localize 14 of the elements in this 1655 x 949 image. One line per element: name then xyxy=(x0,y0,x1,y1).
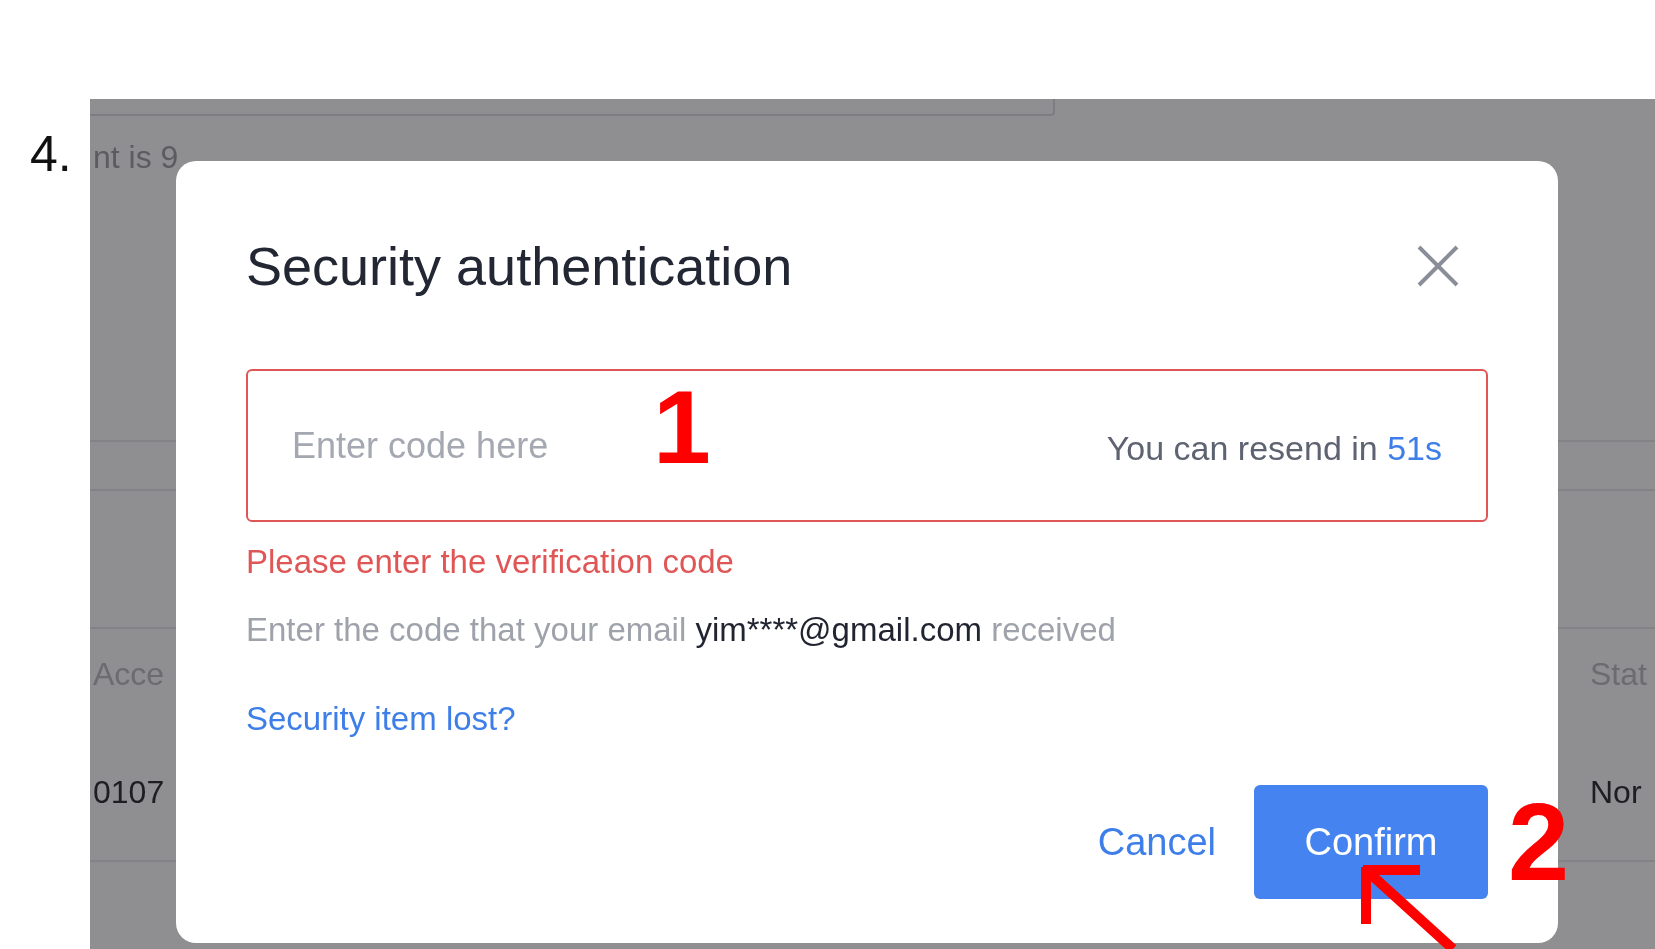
table-cell: 0107 xyxy=(93,773,165,812)
annotation-number: 1 xyxy=(653,375,711,479)
dialog-title: Security authentication xyxy=(246,234,793,298)
close-icon[interactable] xyxy=(1416,244,1460,288)
arrow-icon xyxy=(1358,862,1458,949)
confirm-button[interactable]: Confirm xyxy=(1254,785,1488,899)
annotation-number: 2 xyxy=(1508,787,1570,897)
security-item-lost-link[interactable]: Security item lost? xyxy=(246,699,516,739)
error-message: Please enter the verification code xyxy=(246,542,735,582)
resend-countdown: You can resend in 51s xyxy=(1106,428,1442,469)
table-cell: Nor xyxy=(1590,773,1642,812)
hint-text: Enter the code that your email yim****@gmail.com received xyxy=(246,610,1117,650)
step-number: 4. xyxy=(30,129,72,179)
cancel-button[interactable]: Cancel xyxy=(1097,785,1216,899)
